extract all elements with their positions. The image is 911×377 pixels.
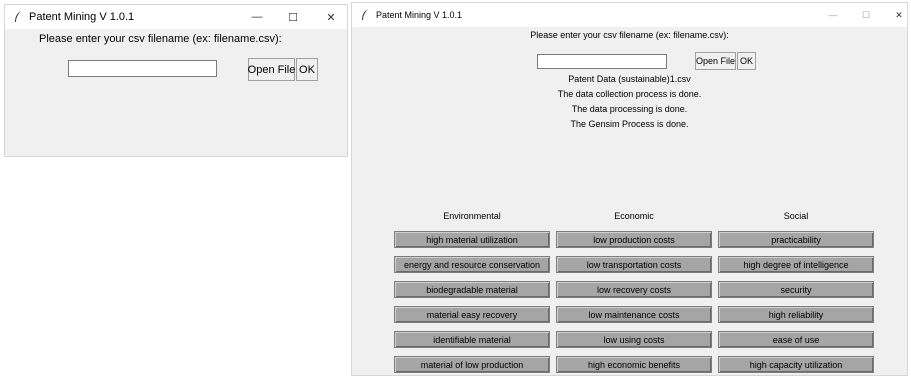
- column-heading-social: Social: [783, 211, 809, 221]
- keyword-button[interactable]: high degree of intelligence: [718, 256, 874, 273]
- close-button[interactable]: ✕: [319, 5, 343, 29]
- main-window-results: Patent Mining V 1.0.1 — ☐ ✕ Please enter…: [351, 2, 908, 376]
- filename-input[interactable]: [537, 54, 667, 69]
- title-bar[interactable]: Patent Mining V 1.0.1 — ☐ ✕: [5, 5, 347, 29]
- keyword-button[interactable]: high capacity utilization: [718, 356, 874, 373]
- keyword-button[interactable]: identifiable material: [394, 331, 550, 348]
- window-title: Patent Mining V 1.0.1: [376, 10, 463, 20]
- column-heading-environmental: Environmental: [443, 211, 501, 221]
- filename-prompt: Please enter your csv filename (ex: file…: [530, 30, 729, 40]
- keyword-button[interactable]: material of low production: [394, 356, 550, 373]
- status-processing: The data processing is done.: [571, 104, 688, 114]
- window-title: Patent Mining V 1.0.1: [29, 11, 135, 23]
- keyword-button[interactable]: high reliability: [718, 306, 874, 323]
- keyword-button[interactable]: material easy recovery: [394, 306, 550, 323]
- status-filename: Patent Data (sustainable)1.csv: [568, 74, 691, 84]
- column-heading-economic: Economic: [614, 211, 654, 221]
- maximize-button[interactable]: ☐: [281, 5, 305, 29]
- status-collection: The data collection process is done.: [557, 89, 702, 99]
- filename-input[interactable]: [68, 60, 217, 77]
- status-gensim: The Gensim Process is done.: [570, 119, 689, 129]
- open-file-button[interactable]: Open File: [695, 52, 736, 70]
- keyword-button[interactable]: low maintenance costs: [556, 306, 712, 323]
- keyword-button[interactable]: low transportation costs: [556, 256, 712, 273]
- keyword-button[interactable]: energy and resource conservation: [394, 256, 550, 273]
- feather-icon: [15, 11, 21, 22]
- keyword-button[interactable]: high material utilization: [394, 231, 550, 248]
- filename-prompt: Please enter your csv filename (ex: file…: [39, 33, 282, 45]
- keyword-button[interactable]: biodegradable material: [394, 281, 550, 298]
- main-window-initial: Patent Mining V 1.0.1 — ☐ ✕ Please enter…: [4, 4, 348, 157]
- keyword-button[interactable]: security: [718, 281, 874, 298]
- keyword-button[interactable]: low production costs: [556, 231, 712, 248]
- keyword-button[interactable]: low using costs: [556, 331, 712, 348]
- keyword-button[interactable]: high economic benefits: [556, 356, 712, 373]
- close-button[interactable]: ✕: [888, 3, 907, 27]
- minimize-button[interactable]: —: [245, 5, 269, 29]
- keyword-button[interactable]: low recovery costs: [556, 281, 712, 298]
- minimize-button[interactable]: —: [822, 3, 844, 27]
- keyword-button[interactable]: ease of use: [718, 331, 874, 348]
- title-bar[interactable]: Patent Mining V 1.0.1 — ☐ ✕: [352, 3, 907, 27]
- maximize-button[interactable]: ☐: [855, 3, 877, 27]
- feather-icon: [362, 9, 368, 20]
- open-file-button[interactable]: Open File: [248, 58, 295, 81]
- ok-button[interactable]: OK: [737, 52, 756, 70]
- ok-button[interactable]: OK: [296, 58, 318, 81]
- keyword-button[interactable]: practicability: [718, 231, 874, 248]
